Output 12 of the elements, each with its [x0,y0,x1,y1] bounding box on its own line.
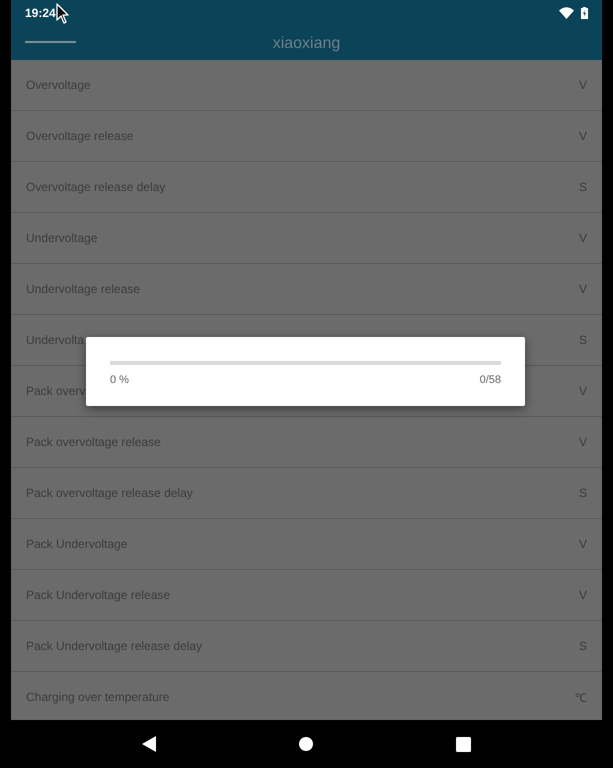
cursor-icon [56,3,69,24]
progress-count: 0/58 [480,374,501,386]
home-icon[interactable] [298,737,313,751]
unit-label: ℃ [575,690,587,706]
indicator-line [25,41,76,43]
status-time: 19:24 [25,6,56,20]
back-icon[interactable] [142,736,156,752]
progress-percent: 0 % [110,374,129,386]
wifi-icon [559,6,574,18]
recents-icon[interactable] [456,736,471,752]
battery-icon [581,6,588,18]
app-title: xiaoxiang [272,35,340,53]
